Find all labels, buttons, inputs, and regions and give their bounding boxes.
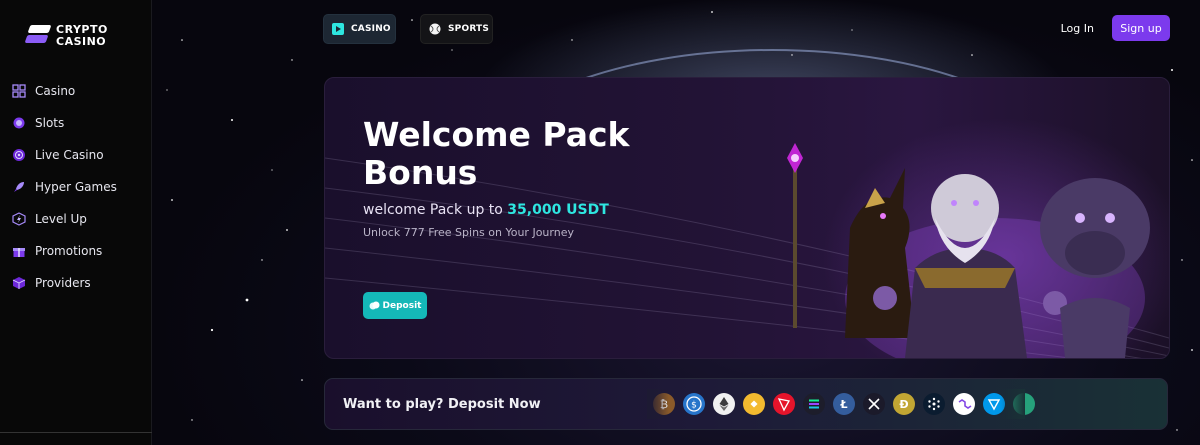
tab-label: CASINO xyxy=(351,24,391,34)
sidebar-item-label: Providers xyxy=(35,276,91,290)
solana-icon xyxy=(803,393,825,415)
deposit-button-label: Deposit xyxy=(382,300,422,311)
product-tabs: CASINO SPORTS xyxy=(323,14,493,44)
tron-icon xyxy=(773,393,795,415)
banner-subtitle: welcome Pack up to 35,000 USDT xyxy=(363,202,609,218)
gift-icon xyxy=(12,244,26,258)
sidebar: CRYPTO CASINO Casino Slots Live Casino H… xyxy=(0,0,152,445)
sidebar-item-live-casino[interactable]: Live Casino xyxy=(12,139,117,171)
cherry-icon xyxy=(12,116,26,130)
sidebar-divider xyxy=(0,432,152,433)
cardano-icon xyxy=(923,393,945,415)
sidebar-item-slots[interactable]: Slots xyxy=(12,107,117,139)
level-up-icon xyxy=(12,212,26,226)
character-artwork xyxy=(787,143,1150,358)
bonus-amount: 35,000 USDT xyxy=(507,202,609,218)
casino-chip-icon xyxy=(332,23,344,35)
tab-label: SPORTS xyxy=(448,24,490,34)
tab-sports[interactable]: SPORTS xyxy=(420,14,493,44)
brand-wordmark: CRYPTO CASINO xyxy=(56,24,108,47)
banner-note: Unlock 777 Free Spins on Your Journey xyxy=(363,226,574,239)
sidebar-item-label: Level Up xyxy=(35,212,87,226)
tab-casino[interactable]: CASINO xyxy=(323,14,396,44)
coins-icon xyxy=(369,300,380,311)
svg-text:$: $ xyxy=(691,401,697,411)
signup-button[interactable]: Sign up xyxy=(1112,15,1170,41)
binance-icon xyxy=(743,393,765,415)
sidebar-item-label: Casino xyxy=(35,84,76,98)
logo-mark-icon xyxy=(24,25,52,47)
brand-line-1: CRYPTO xyxy=(56,23,108,36)
roulette-icon xyxy=(12,148,26,162)
sidebar-nav: Casino Slots Live Casino Hyper Games Lev… xyxy=(12,75,117,299)
coins-fade-left xyxy=(647,389,669,419)
sidebar-item-label: Slots xyxy=(35,116,65,130)
sidebar-item-label: Hyper Games xyxy=(35,180,117,194)
sidebar-item-label: Promotions xyxy=(35,244,103,258)
sidebar-item-casino[interactable]: Casino xyxy=(12,75,117,107)
deposit-button[interactable]: Deposit xyxy=(363,292,427,319)
sidebar-item-promotions[interactable]: Promotions xyxy=(12,235,117,267)
banner-title: Welcome Pack Bonus xyxy=(363,116,683,192)
login-link[interactable]: Log In xyxy=(1061,22,1094,35)
svg-text:Ł: Ł xyxy=(839,398,847,411)
grid-icon xyxy=(12,84,26,98)
crypto-coins-list: ₿ $ Ł Ð xyxy=(653,393,1035,415)
brand-logo[interactable]: CRYPTO CASINO xyxy=(24,24,136,50)
banner-title-line-1: Welcome Pack xyxy=(363,115,630,154)
banner-title-line-2: Bonus xyxy=(363,153,478,192)
xrp-icon xyxy=(863,393,885,415)
cube-icon xyxy=(12,276,26,290)
welcome-banner: Welcome Pack Bonus welcome Pack up to 35… xyxy=(324,77,1170,359)
ball-icon xyxy=(429,23,441,35)
dogecoin-icon: Ð xyxy=(893,393,915,415)
sidebar-item-label: Live Casino xyxy=(35,148,104,162)
deposit-strip[interactable]: Want to play? Deposit Now ₿ $ Ł Ð xyxy=(324,378,1168,430)
litecoin-icon: Ł xyxy=(833,393,855,415)
rocket-icon xyxy=(12,180,26,194)
banner-subtitle-prefix: welcome Pack up to xyxy=(363,202,508,218)
usdc-icon: $ xyxy=(683,393,705,415)
auth-controls: Log In Sign up xyxy=(1061,15,1170,41)
sidebar-item-level-up[interactable]: Level Up xyxy=(12,203,117,235)
sidebar-item-hyper-games[interactable]: Hyper Games xyxy=(12,171,117,203)
main-area: CASINO SPORTS Log In Sign up Welcome Pac… xyxy=(152,0,1200,445)
sidebar-item-providers[interactable]: Providers xyxy=(12,267,117,299)
ethereum-icon xyxy=(713,393,735,415)
coins-fade-right xyxy=(1001,389,1025,419)
deposit-strip-label: Want to play? Deposit Now xyxy=(343,397,541,412)
svg-text:Ð: Ð xyxy=(899,398,908,411)
brand-line-2: CASINO xyxy=(56,35,107,48)
polygon-icon xyxy=(953,393,975,415)
